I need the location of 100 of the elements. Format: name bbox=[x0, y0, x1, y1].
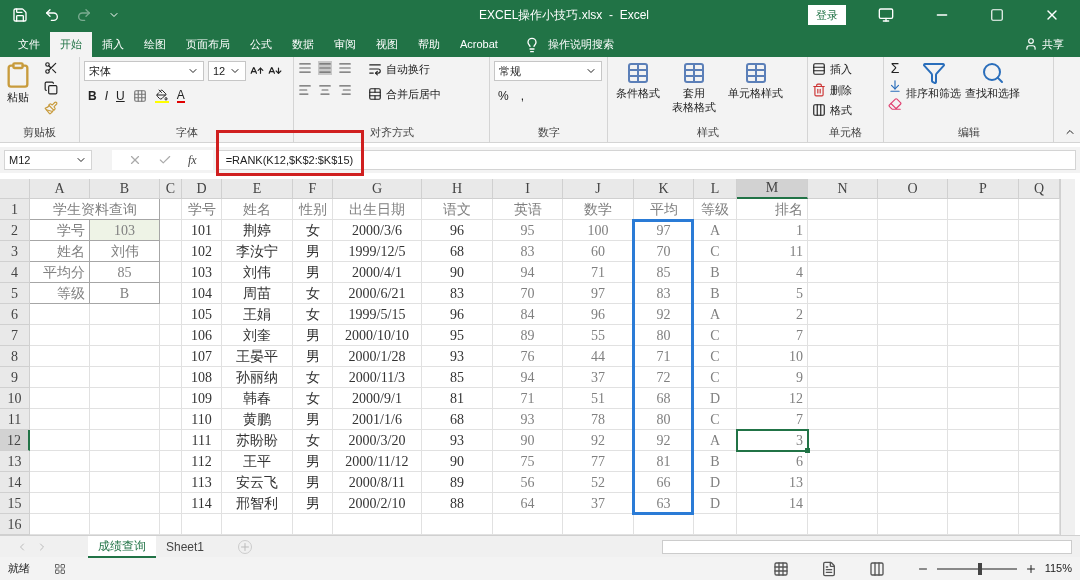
grid-cell[interactable] bbox=[160, 472, 182, 493]
table-cell[interactable]: 刘伟 bbox=[222, 262, 293, 283]
grid-cell[interactable] bbox=[808, 367, 878, 388]
table-cell[interactable]: 105 bbox=[182, 304, 222, 325]
table-cell[interactable]: 姓名 bbox=[222, 199, 293, 220]
table-cell[interactable]: 51 bbox=[563, 388, 634, 409]
fill-color-icon[interactable] bbox=[154, 89, 169, 103]
table-cell[interactable]: 83 bbox=[422, 283, 493, 304]
grid-cell[interactable] bbox=[808, 409, 878, 430]
table-cell[interactable]: 7 bbox=[737, 325, 808, 346]
table-cell[interactable]: 81 bbox=[634, 451, 694, 472]
table-cell[interactable]: 68 bbox=[422, 241, 493, 262]
align-right-icon[interactable] bbox=[338, 83, 352, 97]
table-cell[interactable]: 2000/1/28 bbox=[333, 346, 422, 367]
table-cell[interactable]: 女 bbox=[293, 367, 333, 388]
align-center-icon[interactable] bbox=[318, 83, 332, 97]
table-cell[interactable]: C bbox=[694, 325, 737, 346]
table-cell[interactable]: 37 bbox=[563, 367, 634, 388]
clear-icon[interactable] bbox=[888, 97, 902, 111]
ribbon-tab[interactable]: 文件 bbox=[8, 32, 50, 57]
grid-cell[interactable] bbox=[90, 409, 160, 430]
grid-cell[interactable] bbox=[878, 283, 948, 304]
grid-cell[interactable] bbox=[30, 304, 90, 325]
table-cell[interactable]: 等级 bbox=[30, 283, 90, 304]
row-header[interactable]: 5 bbox=[0, 283, 30, 304]
table-cell[interactable]: A bbox=[694, 220, 737, 241]
table-cell[interactable]: 男 bbox=[293, 325, 333, 346]
table-cell[interactable]: C bbox=[694, 367, 737, 388]
table-cell[interactable]: 男 bbox=[293, 409, 333, 430]
table-cell[interactable]: 王晏平 bbox=[222, 346, 293, 367]
table-cell[interactable]: 3 bbox=[737, 430, 808, 451]
table-cell[interactable]: 14 bbox=[737, 493, 808, 514]
table-cell[interactable]: 97 bbox=[563, 283, 634, 304]
zoom-slider-thumb[interactable] bbox=[978, 562, 983, 575]
table-cell[interactable]: 80 bbox=[634, 409, 694, 430]
ribbon-tab[interactable]: 公式 bbox=[240, 32, 282, 57]
wrap-text-button[interactable]: 自动换行 bbox=[368, 61, 441, 78]
ribbon-tab[interactable]: 插入 bbox=[92, 32, 134, 57]
table-cell[interactable]: 2000/3/20 bbox=[333, 430, 422, 451]
table-cell[interactable]: 2 bbox=[737, 304, 808, 325]
table-cell[interactable]: B bbox=[90, 283, 160, 304]
table-cell[interactable]: 女 bbox=[293, 304, 333, 325]
grid-cell[interactable] bbox=[808, 199, 878, 220]
table-cell[interactable]: 113 bbox=[182, 472, 222, 493]
grid-cell[interactable] bbox=[90, 451, 160, 472]
table-cell[interactable]: 男 bbox=[293, 451, 333, 472]
top-align-icon[interactable] bbox=[298, 61, 312, 75]
comma-button[interactable]: , bbox=[520, 87, 524, 105]
grid-cell[interactable] bbox=[948, 220, 1019, 241]
middle-align-icon[interactable] bbox=[318, 61, 332, 75]
column-header[interactable]: A bbox=[30, 179, 90, 199]
grid-cell[interactable] bbox=[90, 367, 160, 388]
horizontal-scrollbar[interactable] bbox=[662, 539, 1073, 554]
grid-cell[interactable] bbox=[948, 493, 1019, 514]
grid-cell[interactable] bbox=[808, 325, 878, 346]
grid-cell[interactable] bbox=[878, 346, 948, 367]
grid-cell[interactable] bbox=[808, 472, 878, 493]
column-header[interactable]: M bbox=[737, 179, 808, 199]
table-cell[interactable]: 英语 bbox=[493, 199, 563, 220]
table-cell[interactable]: 12 bbox=[737, 388, 808, 409]
table-cell[interactable]: 97 bbox=[634, 220, 694, 241]
table-cell[interactable]: 11 bbox=[737, 241, 808, 262]
table-cell[interactable]: 52 bbox=[563, 472, 634, 493]
table-cell[interactable]: 王娟 bbox=[222, 304, 293, 325]
table-cell[interactable]: 92 bbox=[634, 430, 694, 451]
table-cell[interactable]: 114 bbox=[182, 493, 222, 514]
fill-handle[interactable] bbox=[805, 448, 810, 453]
grid-cell[interactable] bbox=[160, 451, 182, 472]
row-header[interactable]: 3 bbox=[0, 241, 30, 262]
table-cell[interactable]: 70 bbox=[493, 283, 563, 304]
table-cell[interactable]: 2000/11/12 bbox=[333, 451, 422, 472]
sheet-tab[interactable]: 成绩查询 bbox=[88, 535, 156, 558]
grid-cell[interactable] bbox=[808, 388, 878, 409]
row-header[interactable]: 7 bbox=[0, 325, 30, 346]
table-cell[interactable]: 89 bbox=[422, 472, 493, 493]
grid-cell[interactable] bbox=[948, 304, 1019, 325]
name-box[interactable]: M12 bbox=[4, 150, 92, 170]
format-painter-icon[interactable] bbox=[44, 101, 58, 115]
table-cell[interactable]: 2000/9/1 bbox=[333, 388, 422, 409]
grid-cell[interactable] bbox=[808, 451, 878, 472]
grid-cell[interactable] bbox=[808, 304, 878, 325]
table-cell[interactable]: 85 bbox=[422, 367, 493, 388]
table-cell[interactable]: 李汝宁 bbox=[222, 241, 293, 262]
table-cell[interactable]: 93 bbox=[422, 346, 493, 367]
grid-cell[interactable] bbox=[90, 304, 160, 325]
table-cell[interactable]: 92 bbox=[634, 304, 694, 325]
grid-cell[interactable] bbox=[878, 430, 948, 451]
table-cell[interactable]: 95 bbox=[422, 325, 493, 346]
table-cell[interactable]: 71 bbox=[634, 346, 694, 367]
table-cell[interactable]: 96 bbox=[422, 304, 493, 325]
grid-cell[interactable] bbox=[90, 325, 160, 346]
table-cell[interactable]: 68 bbox=[634, 388, 694, 409]
row-header[interactable]: 1 bbox=[0, 199, 30, 220]
table-cell[interactable]: 1999/12/5 bbox=[333, 241, 422, 262]
grid-cell[interactable] bbox=[30, 388, 90, 409]
borders-icon[interactable] bbox=[132, 89, 147, 103]
table-cell[interactable]: A bbox=[694, 304, 737, 325]
table-cell[interactable]: 107 bbox=[182, 346, 222, 367]
table-cell[interactable]: 71 bbox=[563, 262, 634, 283]
row-header[interactable]: 16 bbox=[0, 514, 30, 535]
